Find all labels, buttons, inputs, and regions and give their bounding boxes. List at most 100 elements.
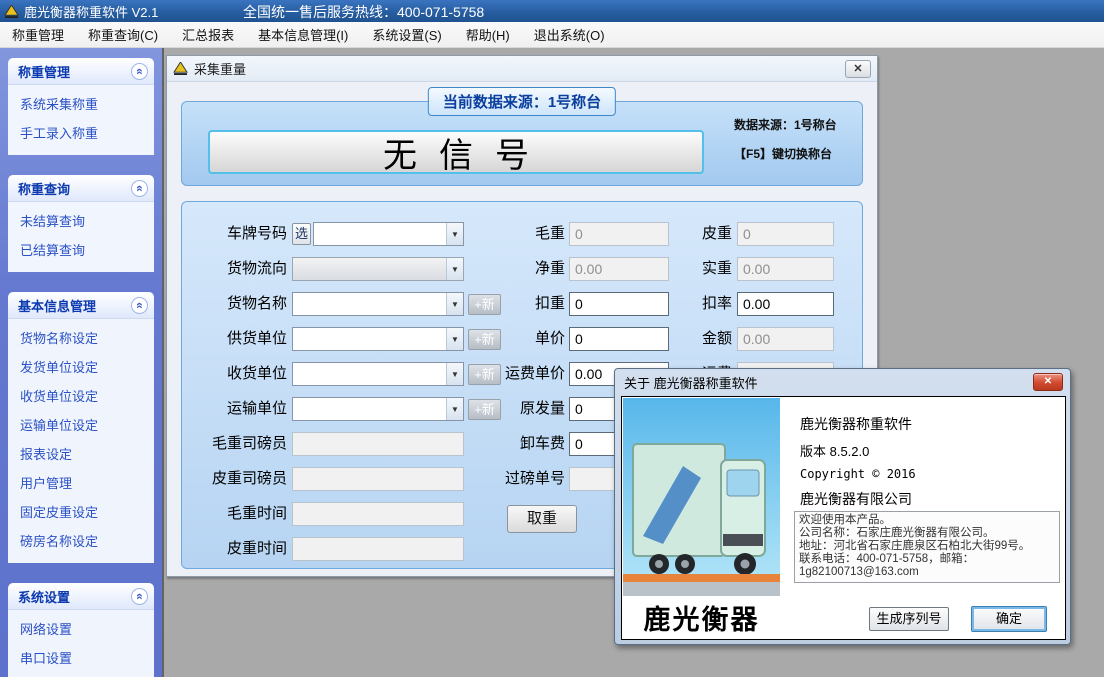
ticket-number-label: 过磅单号: [455, 467, 565, 491]
about-version: 版本 8.5.2.0: [800, 441, 869, 460]
goods-flow-combo[interactable]: ▼: [292, 257, 464, 281]
amount-field: [737, 327, 834, 351]
receiver-combo[interactable]: ▼: [292, 362, 464, 386]
switch-scale-hint: 【F5】键切换称台: [734, 145, 859, 162]
sidebar-item-scale-house-name[interactable]: 磅房名称设定: [8, 526, 154, 555]
sidebar-group-body: 网络设置 串口设置: [8, 609, 154, 677]
tare-operator-label: 皮重司磅员: [177, 467, 287, 491]
about-copyright: Copyright © 2016: [800, 467, 916, 481]
about-info-line: 公司名称：石家庄鹿光衡器有限公司。: [799, 527, 1055, 540]
take-weight-button[interactable]: 取重: [507, 505, 577, 533]
capture-window-titlebar: 采集重量 ✕: [167, 56, 877, 82]
about-dialog: 关于 鹿光衡器称重软件 ✕ 鹿光衡器 鹿光衡器称重软件: [614, 368, 1071, 645]
sidebar-group-header[interactable]: 基本信息管理 «: [8, 292, 154, 318]
sidebar-group-header[interactable]: 称重查询 «: [8, 175, 154, 201]
actual-weight-label: 实重: [622, 257, 732, 281]
amount-label: 金额: [622, 327, 732, 351]
sidebar-item-report-setting[interactable]: 报表设定: [8, 439, 154, 468]
menu-system-settings[interactable]: 系统设置(S): [360, 21, 453, 48]
menu-summary-report[interactable]: 汇总报表: [170, 21, 246, 48]
sidebar-item-sender-unit[interactable]: 发货单位设定: [8, 352, 154, 381]
deduct-rate-input[interactable]: [737, 292, 834, 316]
sidebar-item-serial-settings[interactable]: 串口设置: [8, 643, 154, 672]
tare-operator-field: [292, 467, 464, 491]
close-icon[interactable]: ✕: [1033, 373, 1063, 391]
sidebar-group-header[interactable]: 系统设置 «: [8, 583, 154, 609]
unit-price-label: 单价: [455, 327, 565, 351]
about-info-line: 1g82100713@163.com: [799, 566, 1055, 579]
sidebar-group-title: 基本信息管理: [18, 296, 131, 315]
chevron-up-icon[interactable]: «: [131, 297, 148, 314]
sidebar-item-transport-unit[interactable]: 运输单位设定: [8, 410, 154, 439]
tare-weight-label: 皮重: [622, 222, 732, 246]
menu-weigh-manage[interactable]: 称重管理: [0, 21, 76, 48]
gross-operator-label: 毛重司磅员: [177, 432, 287, 456]
sidebar-divider: [162, 48, 164, 677]
ok-button[interactable]: 确定: [971, 606, 1047, 632]
truck-illustration-icon: [623, 426, 780, 596]
weight-signal-display: 无信号: [208, 130, 704, 174]
actual-weight-field: [737, 257, 834, 281]
origin-qty-label: 原发量: [455, 397, 565, 421]
supplier-label: 供货单位: [177, 327, 287, 351]
about-info-box: 欢迎使用本产品。 公司名称：石家庄鹿光衡器有限公司。 地址：河北省石家庄鹿泉区石…: [794, 511, 1060, 583]
sidebar-group-body: 系统采集称重 手工录入称重: [8, 84, 154, 155]
source-line: 数据来源：1号称台: [734, 116, 859, 133]
gross-operator-field: [292, 432, 464, 456]
gross-weight-label: 毛重: [455, 222, 565, 246]
application-window: 鹿光衡器称重软件 V2.1 全国统一售后服务热线：400-071-5758 称重…: [0, 0, 1104, 677]
goods-name-label: 货物名称: [177, 292, 287, 316]
sidebar-item-network-settings[interactable]: 网络设置: [8, 614, 154, 643]
sidebar-item-user-manage[interactable]: 用户管理: [8, 468, 154, 497]
sidebar-item-unsettled-query[interactable]: 未结算查询: [8, 206, 154, 235]
truck-image: 鹿光衡器: [623, 398, 780, 638]
supplier-combo[interactable]: ▼: [292, 327, 464, 351]
menu-weigh-query[interactable]: 称重查询(C): [76, 21, 170, 48]
menu-help[interactable]: 帮助(H): [454, 21, 522, 48]
freight-price-label: 运费单价: [455, 362, 565, 386]
transport-label: 运输单位: [177, 397, 287, 421]
app-title: 鹿光衡器称重软件 V2.1: [24, 2, 158, 21]
sidebar-item-settled-query[interactable]: 已结算查询: [8, 235, 154, 264]
chevron-up-icon[interactable]: «: [131, 63, 148, 80]
deduct-rate-label: 扣率: [622, 292, 732, 316]
gross-time-label: 毛重时间: [177, 502, 287, 526]
transport-combo[interactable]: ▼: [292, 397, 464, 421]
goods-name-combo[interactable]: ▼: [292, 292, 464, 316]
plate-number-label: 车牌号码: [177, 222, 287, 246]
about-info-line: 欢迎使用本产品。: [799, 514, 1055, 527]
goods-flow-label: 货物流向: [177, 257, 287, 281]
truck-image-caption: 鹿光衡器: [623, 596, 780, 638]
app-logo-icon: [4, 5, 19, 18]
about-info-line: 地址：河北省石家庄鹿泉区石柏北大街99号。: [799, 540, 1055, 553]
chevron-up-icon[interactable]: «: [131, 588, 148, 605]
plate-number-combo[interactable]: ▼: [313, 222, 464, 246]
window-logo-icon: [173, 62, 188, 75]
close-icon[interactable]: ✕: [845, 60, 871, 78]
sidebar-item-fixed-tare[interactable]: 固定皮重设定: [8, 497, 154, 526]
menu-exit[interactable]: 退出系统(O): [522, 21, 617, 48]
pick-plate-button[interactable]: 选: [292, 223, 311, 245]
chevron-up-icon[interactable]: «: [131, 180, 148, 197]
sidebar-item-receiver-unit[interactable]: 收货单位设定: [8, 381, 154, 410]
sidebar-group-body: 未结算查询 已结算查询: [8, 201, 154, 272]
source-info: 数据来源：1号称台 【F5】键切换称台: [734, 116, 859, 162]
receiver-label: 收货单位: [177, 362, 287, 386]
sidebar-group-title: 称重查询: [18, 179, 131, 198]
sidebar: 称重管理 « 系统采集称重 手工录入称重 称重查询 « 未结算查询 已结算查询 …: [0, 48, 162, 677]
tare-weight-field: [737, 222, 834, 246]
sidebar-group-weigh-manage: 称重管理 « 系统采集称重 手工录入称重: [8, 58, 154, 155]
sidebar-group-header[interactable]: 称重管理 «: [8, 58, 154, 84]
gross-time-field: [292, 502, 464, 526]
about-company: 鹿光衡器有限公司: [800, 489, 912, 509]
capture-window-title: 采集重量: [194, 59, 246, 78]
sidebar-item-system-capture[interactable]: 系统采集称重: [8, 89, 154, 118]
sidebar-item-goods-name[interactable]: 货物名称设定: [8, 323, 154, 352]
menu-bar: 称重管理 称重查询(C) 汇总报表 基本信息管理(I) 系统设置(S) 帮助(H…: [0, 22, 1104, 48]
title-bar: 鹿光衡器称重软件 V2.1 全国统一售后服务热线：400-071-5758: [0, 0, 1104, 22]
menu-basic-info[interactable]: 基本信息管理(I): [246, 21, 360, 48]
sidebar-group-system-settings: 系统设置 « 网络设置 串口设置: [8, 583, 154, 677]
sidebar-item-manual-entry[interactable]: 手工录入称重: [8, 118, 154, 147]
generate-serial-button[interactable]: 生成序列号: [869, 607, 949, 631]
current-source-banner: 当前数据来源：1号称台: [428, 87, 616, 116]
